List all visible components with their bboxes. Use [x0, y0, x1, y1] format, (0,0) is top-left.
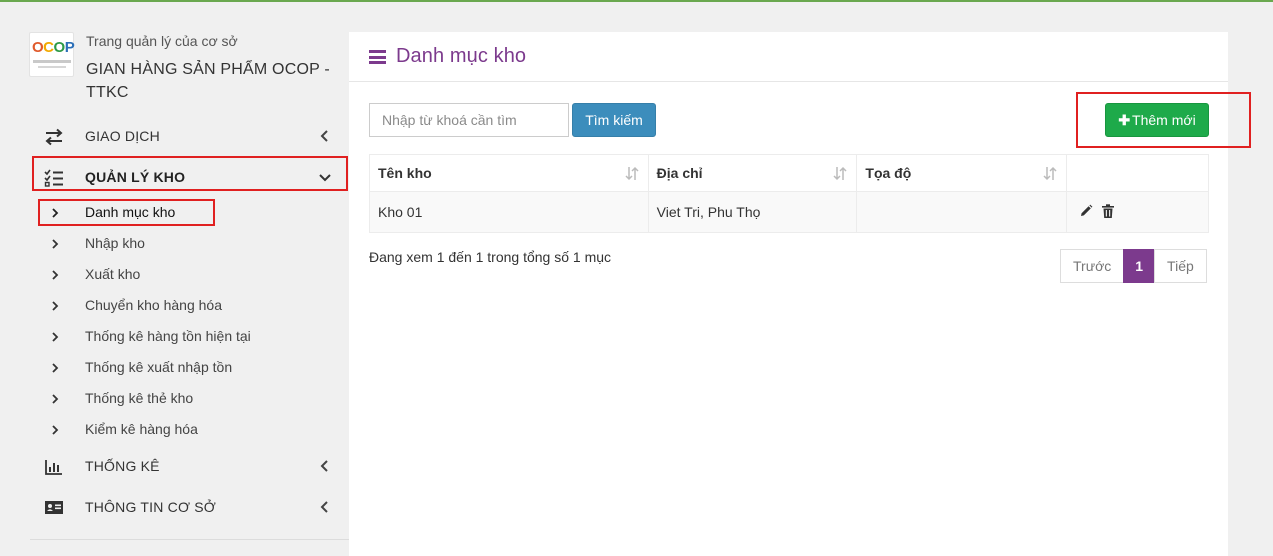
- chevron-left-icon: [320, 501, 328, 513]
- chevron-down-icon: [319, 174, 331, 182]
- column-header-label: Địa chỉ: [656, 165, 703, 181]
- pagination-page-current[interactable]: 1: [1123, 249, 1156, 283]
- submenu-item-label: Thống kê hàng tồn hiện tại: [85, 328, 251, 344]
- table-header-row: Tên kho Địa chỉ Tọa độ: [369, 154, 1209, 192]
- search-input[interactable]: [369, 103, 569, 137]
- edit-pencil-icon[interactable]: [1079, 204, 1093, 218]
- add-new-button[interactable]: ✚ Thêm mới: [1105, 103, 1209, 137]
- sidebar-item-giao-dich[interactable]: GIAO DỊCH: [0, 117, 349, 157]
- id-card-icon: [45, 501, 63, 514]
- page-title: Danh mục kho: [396, 45, 527, 67]
- submenu-item-nhap-kho[interactable]: Nhập kho: [0, 230, 349, 260]
- checklist-icon: [44, 169, 63, 187]
- cell-toa-do: [856, 191, 1068, 233]
- column-header-label: Tên kho: [378, 165, 432, 181]
- sidebar-divider: [30, 539, 349, 540]
- brand: OCOP Trang quản lý của cơ sở GIAN HÀNG S…: [29, 32, 339, 107]
- submenu-item-thong-ke-xuat-nhap-ton[interactable]: Thống kê xuất nhập tồn: [0, 354, 349, 384]
- submenu-item-kiem-ke[interactable]: Kiểm kê hàng hóa: [0, 416, 349, 446]
- chevron-right-icon: [52, 270, 59, 280]
- chevron-right-icon: [52, 332, 59, 342]
- submenu-item-label: Nhập kho: [85, 235, 145, 251]
- submenu-item-label: Kiểm kê hàng hóa: [85, 421, 198, 437]
- column-header-toa-do[interactable]: Tọa độ: [856, 154, 1068, 192]
- cell-ten-kho: Kho 01: [369, 191, 649, 233]
- sort-icon: [1043, 166, 1057, 181]
- row-actions: [1079, 204, 1119, 220]
- table-info: Đang xem 1 đến 1 trong tổng số 1 mục: [369, 249, 612, 265]
- submenu-item-chuyen-kho[interactable]: Chuyển kho hàng hóa: [0, 292, 349, 322]
- submenu-item-thong-ke-hang-ton[interactable]: Thống kê hàng tồn hiện tại: [0, 323, 349, 353]
- sidebar-item-label: GIAO DỊCH: [85, 128, 160, 144]
- cell-dia-chi: Viet Tri, Phu Thọ: [647, 191, 858, 233]
- column-header-dia-chi[interactable]: Địa chỉ: [647, 154, 858, 192]
- brand-title: GIAN HÀNG SẢN PHẨM OCOP - TTKC: [86, 61, 330, 101]
- chevron-right-icon: [52, 301, 59, 311]
- search-button[interactable]: Tìm kiếm: [572, 103, 656, 137]
- logo-wordmark: OCOP: [32, 39, 75, 56]
- hamburger-menu-icon[interactable]: [369, 50, 386, 64]
- submenu-item-label: Danh mục kho: [85, 204, 176, 220]
- add-new-label: Thêm mới: [1132, 111, 1196, 128]
- pagination-prev[interactable]: Trước: [1060, 249, 1125, 283]
- bar-chart-icon: [45, 460, 62, 475]
- sidebar-item-label: THỐNG KÊ: [85, 458, 160, 474]
- submenu-item-label: Thống kê xuất nhập tồn: [85, 359, 233, 375]
- sort-icon: [833, 166, 847, 181]
- sidebar-item-thong-tin-co-so[interactable]: THÔNG TIN CƠ SỞ: [0, 488, 349, 528]
- sidebar: OCOP Trang quản lý của cơ sở GIAN HÀNG S…: [0, 2, 349, 556]
- sort-icon: [625, 166, 639, 181]
- chevron-right-icon: [52, 394, 59, 404]
- table-row: Kho 01 Viet Tri, Phu Thọ: [369, 191, 1209, 233]
- submenu-item-xuat-kho[interactable]: Xuất kho: [0, 261, 349, 291]
- column-header-ten-kho[interactable]: Tên kho: [369, 154, 649, 192]
- column-header-label: Tọa độ: [865, 165, 912, 181]
- panel-header: Danh mục kho: [349, 32, 1228, 82]
- brand-subtitle: Trang quản lý của cơ sở: [86, 33, 238, 49]
- exchange-icon: [45, 128, 63, 146]
- submenu-item-label: Thống kê thẻ kho: [85, 390, 194, 406]
- chevron-right-icon: [52, 208, 59, 218]
- submenu-item-danh-muc-kho[interactable]: Danh mục kho: [0, 199, 349, 229]
- submenu-item-label: Xuất kho: [85, 266, 141, 282]
- ocop-logo: OCOP: [29, 32, 75, 77]
- sidebar-item-label: THÔNG TIN CƠ SỞ: [85, 499, 216, 515]
- chevron-right-icon: [52, 425, 59, 435]
- chevron-right-icon: [52, 239, 59, 249]
- submenu-item-thong-ke-the-kho[interactable]: Thống kê thẻ kho: [0, 385, 349, 415]
- sidebar-item-label: QUẢN LÝ KHO: [85, 169, 186, 185]
- chevron-right-icon: [52, 363, 59, 373]
- sidebar-item-thong-ke[interactable]: THỐNG KÊ: [0, 447, 349, 487]
- warehouse-table: Tên kho Địa chỉ Tọa độ Kho 01 Viet Tri, …: [369, 154, 1209, 233]
- submenu-item-label: Chuyển kho hàng hóa: [85, 297, 222, 313]
- pagination: Trước 1 Tiếp: [1060, 249, 1207, 283]
- sidebar-item-quan-ly-kho[interactable]: QUẢN LÝ KHO: [0, 158, 349, 198]
- main-panel: Danh mục kho Tìm kiếm ✚Thêm mới Tên kho …: [349, 32, 1228, 556]
- delete-trash-icon[interactable]: [1101, 204, 1115, 219]
- cell-actions: [1066, 191, 1209, 233]
- chevron-left-icon: [320, 130, 328, 142]
- plus-icon: ✚: [1118, 111, 1131, 128]
- column-header-actions: [1066, 154, 1209, 192]
- chevron-left-icon: [320, 460, 328, 472]
- pagination-next[interactable]: Tiếp: [1154, 249, 1207, 283]
